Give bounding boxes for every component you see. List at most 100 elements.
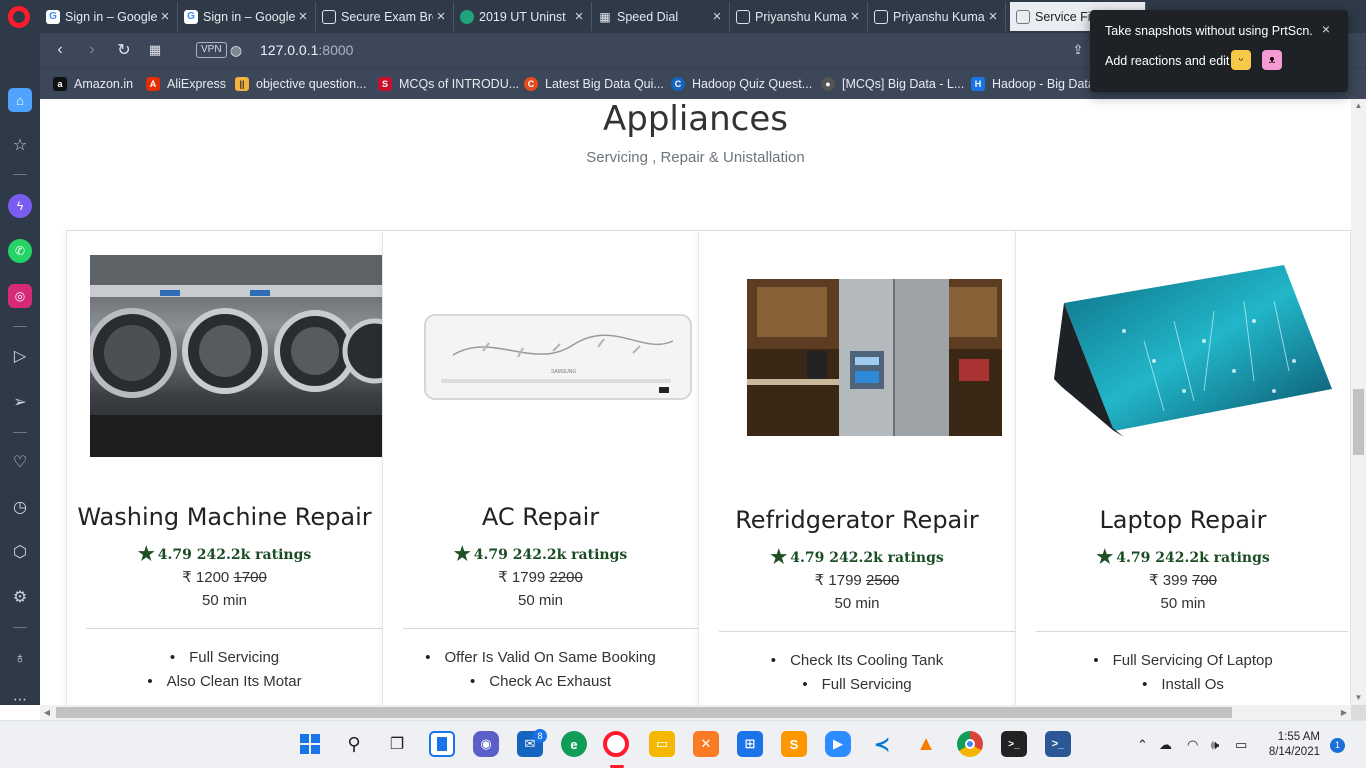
feature-item: Also Clean Its Motar bbox=[67, 670, 382, 694]
bookmarks-star-icon[interactable]: ☆ bbox=[8, 133, 32, 157]
history-clock-icon[interactable]: ◷ bbox=[8, 495, 32, 519]
send-icon[interactable]: ➢ bbox=[8, 390, 32, 414]
page-icon bbox=[874, 9, 888, 24]
service-card-ac[interactable]: SAMSUNG AC Repair ★ 4.79 242.2k ratings ₹… bbox=[382, 230, 699, 705]
clock-time: 1:55 AM bbox=[1277, 731, 1320, 743]
tab-6[interactable]: Priyanshu Kuma × bbox=[730, 2, 868, 31]
service-card-refrigerator[interactable]: Refridgerator Repair ★ 4.79 242.2k rating… bbox=[698, 230, 1016, 705]
reaction-cat-icon[interactable]: ᴥ bbox=[1262, 50, 1282, 70]
card-divider bbox=[403, 628, 699, 629]
system-clock[interactable]: 1:55 AM 8/14/2021 bbox=[1262, 730, 1320, 760]
terminal-icon[interactable]: >_ bbox=[1001, 731, 1027, 757]
horizontal-scrollbar[interactable]: ◀ ▶ bbox=[40, 705, 1351, 720]
close-icon[interactable]: × bbox=[1322, 21, 1330, 37]
tray-chevron-up-icon[interactable]: ⌃ bbox=[1137, 737, 1148, 753]
wifi-icon[interactable]: ◠ bbox=[1187, 737, 1198, 753]
close-icon[interactable]: × bbox=[157, 8, 173, 25]
old-price: 1700 bbox=[233, 569, 267, 586]
more-dots-icon[interactable]: ⋯ bbox=[8, 687, 32, 711]
vertical-scrollbar[interactable]: ▲ ▼ bbox=[1351, 99, 1366, 705]
tab-7[interactable]: Priyanshu Kuma × bbox=[868, 2, 1006, 31]
bookmark-item[interactable]: C Latest Big Data Qui... bbox=[524, 75, 664, 93]
bookmark-item[interactable]: ● [MCQs] Big Data - L... bbox=[821, 75, 964, 93]
close-icon[interactable]: × bbox=[847, 8, 863, 25]
tab-4[interactable]: 2019 UT Uninst × bbox=[454, 2, 592, 31]
scroll-right-icon[interactable]: ▶ bbox=[1337, 705, 1351, 720]
settings-gear-icon[interactable]: ⚙ bbox=[8, 585, 32, 609]
tab-3[interactable]: Secure Exam Bro × bbox=[316, 2, 454, 31]
close-icon[interactable]: × bbox=[571, 8, 587, 25]
service-card-washing-machine[interactable]: Washing Machine Repair ★ 4.79 242.2k rati… bbox=[66, 230, 383, 705]
bookmark-label: objective question... bbox=[256, 77, 367, 91]
bookmark-item[interactable]: a Amazon.in bbox=[53, 75, 133, 93]
bookmark-item[interactable]: A AliExpress bbox=[146, 75, 226, 93]
feature-item: Offer Is Valid On Same Booking bbox=[383, 646, 698, 670]
scroll-down-icon[interactable]: ▼ bbox=[1351, 691, 1366, 705]
onedrive-cloud-icon[interactable]: ☁ bbox=[1159, 737, 1172, 753]
chrome-icon[interactable] bbox=[957, 731, 983, 757]
vlc-icon[interactable]: ▲ bbox=[913, 731, 939, 757]
url-field[interactable]: 127.0.0.1:8000 bbox=[260, 42, 353, 58]
scroll-left-icon[interactable]: ◀ bbox=[40, 705, 54, 720]
forward-icon[interactable]: › bbox=[82, 40, 102, 60]
tabs-grid-icon[interactable]: ▦ bbox=[145, 40, 165, 60]
extensions-cube-icon[interactable]: ⬡ bbox=[8, 540, 32, 564]
reaction-emoji-icon[interactable]: ᵕ bbox=[1231, 50, 1251, 70]
vscode-icon[interactable]: ≺ bbox=[869, 731, 895, 757]
edge-browser-icon[interactable]: e bbox=[561, 731, 587, 757]
page-icon bbox=[1016, 9, 1030, 24]
card-rating: ★ 4.79 242.2k ratings bbox=[699, 546, 1015, 568]
back-icon[interactable]: ‹ bbox=[50, 40, 70, 60]
player-icon[interactable]: ▷ bbox=[8, 344, 32, 368]
star-icon: ★ bbox=[137, 543, 155, 565]
messenger-icon[interactable]: ϟ bbox=[8, 194, 32, 218]
battery-icon[interactable]: ▭ bbox=[1235, 737, 1247, 753]
bookmark-item[interactable]: H Hadoop - Big Data bbox=[971, 75, 1095, 93]
start-windows-icon[interactable] bbox=[297, 731, 323, 757]
snapshot-icon[interactable]: ⇪ bbox=[1068, 40, 1088, 60]
opera-browser-icon[interactable] bbox=[603, 731, 629, 757]
clock-date: 8/14/2021 bbox=[1268, 746, 1320, 758]
teams-chat-icon[interactable]: ◉ bbox=[473, 731, 499, 757]
laptop-image bbox=[1054, 261, 1336, 437]
bookmark-item[interactable]: || objective question... bbox=[235, 75, 367, 93]
quiz-site-icon: C bbox=[671, 77, 685, 91]
close-icon[interactable]: × bbox=[709, 8, 725, 25]
powershell-icon[interactable]: >_ bbox=[1045, 731, 1071, 757]
lightbulb-icon[interactable]: ♁ bbox=[8, 647, 32, 671]
microsoft-store-icon[interactable]: ⊞ bbox=[737, 731, 763, 757]
whatsapp-icon[interactable]: ✆ bbox=[8, 239, 32, 263]
opera-logo-icon[interactable] bbox=[8, 6, 30, 28]
tab-title: Priyanshu Kuma bbox=[893, 9, 985, 24]
close-icon[interactable]: × bbox=[985, 8, 1001, 25]
page-content: Appliances Servicing , Repair & Unistall… bbox=[40, 99, 1351, 705]
heart-icon[interactable]: ♡ bbox=[8, 450, 32, 474]
tab-1[interactable]: G Sign in – Google × bbox=[40, 2, 178, 31]
sublime-text-icon[interactable]: S bbox=[781, 731, 807, 757]
scroll-thumb[interactable] bbox=[1353, 389, 1364, 455]
scroll-up-icon[interactable]: ▲ bbox=[1351, 99, 1366, 113]
feature-list: Full Servicing Also Clean Its Motar bbox=[67, 646, 382, 694]
bookmark-item[interactable]: C Hadoop Quiz Quest... bbox=[671, 75, 812, 93]
tab-5[interactable]: ▦ Speed Dial × bbox=[592, 2, 730, 31]
close-icon[interactable]: × bbox=[433, 8, 449, 25]
notification-count-badge[interactable]: 1 bbox=[1330, 738, 1345, 753]
tab-2[interactable]: G Sign in – Google × bbox=[178, 2, 316, 31]
search-icon[interactable]: ⚲ bbox=[341, 731, 367, 757]
zoom-icon[interactable]: ▶ bbox=[825, 731, 851, 757]
reload-icon[interactable]: ↻ bbox=[114, 40, 134, 60]
scroll-thumb[interactable] bbox=[56, 707, 1232, 718]
bookmark-item[interactable]: S MCQs of INTRODU... bbox=[378, 75, 519, 93]
opera-sidebar: ⌂ ☆ ϟ ✆ ◎ ▷ ➢ ♡ ◷ ⬡ ⚙ ♁ ⋯ bbox=[0, 33, 40, 707]
home-icon[interactable]: ⌂ bbox=[8, 88, 32, 112]
close-icon[interactable]: × bbox=[295, 8, 311, 25]
vpn-badge[interactable]: VPN bbox=[196, 42, 227, 58]
service-card-laptop[interactable]: Laptop Repair ★ 4.79 242.2k ratings ₹ 399… bbox=[1015, 230, 1351, 705]
task-view-icon[interactable]: ❐ bbox=[384, 731, 410, 757]
file-explorer-icon[interactable]: ▭ bbox=[649, 731, 675, 757]
widgets-icon[interactable] bbox=[429, 731, 455, 757]
volume-icon[interactable]: 🕪 bbox=[1211, 737, 1219, 753]
xampp-icon[interactable]: ✕ bbox=[693, 731, 719, 757]
old-price: 2200 bbox=[549, 569, 583, 586]
instagram-icon[interactable]: ◎ bbox=[8, 284, 32, 308]
